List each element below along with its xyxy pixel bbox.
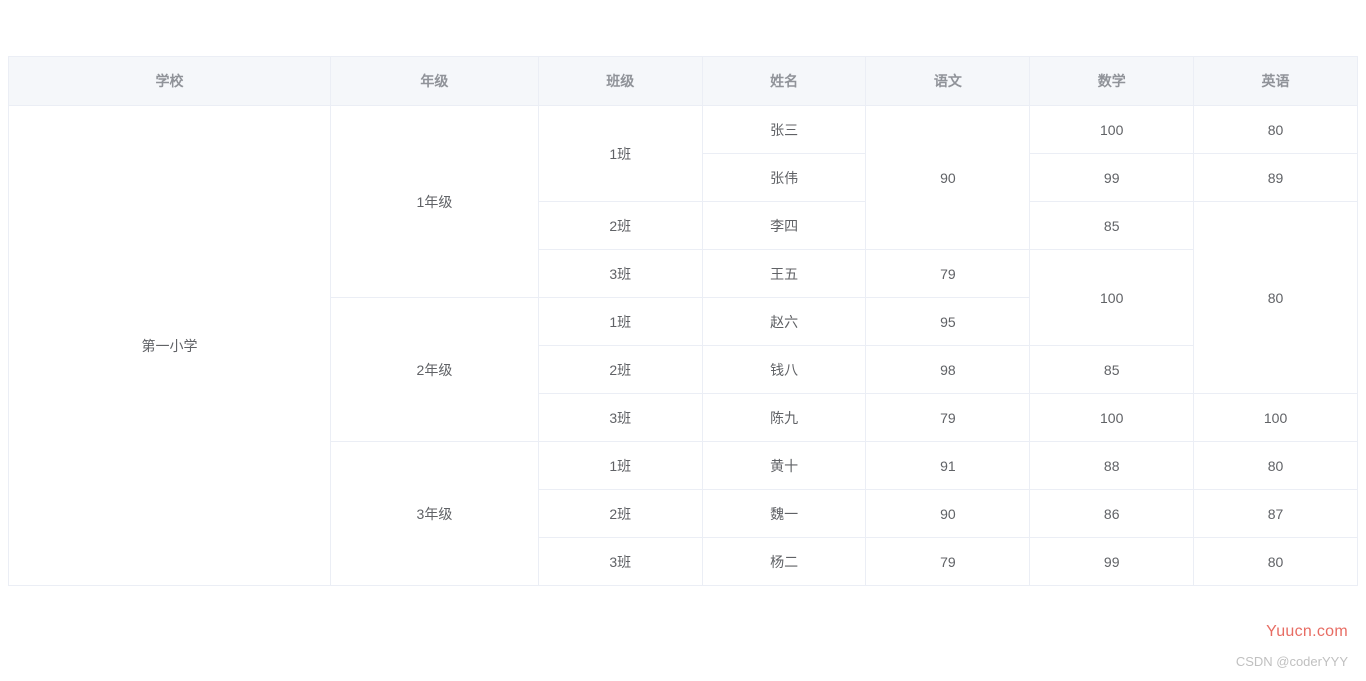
cell-name: 王五: [702, 250, 866, 298]
header-math: 数学: [1030, 57, 1194, 106]
cell-chinese: 98: [866, 346, 1030, 394]
header-school: 学校: [9, 57, 331, 106]
cell-math: 99: [1030, 538, 1194, 586]
header-row: 学校 年级 班级 姓名 语文 数学 英语: [9, 57, 1358, 106]
cell-english: 89: [1194, 154, 1358, 202]
cell-class: 2班: [538, 346, 702, 394]
cell-name: 陈九: [702, 394, 866, 442]
cell-math: 100: [1030, 106, 1194, 154]
cell-class: 1班: [538, 106, 702, 202]
cell-class: 2班: [538, 202, 702, 250]
cell-grade: 1年级: [331, 106, 539, 298]
cell-math: 99: [1030, 154, 1194, 202]
cell-english: 80: [1194, 202, 1358, 394]
cell-name: 杨二: [702, 538, 866, 586]
data-table: 学校 年级 班级 姓名 语文 数学 英语 第一小学 1年级 1班 张三 90 1…: [8, 56, 1358, 586]
cell-grade: 2年级: [331, 298, 539, 442]
cell-math: 100: [1030, 250, 1194, 346]
cell-class: 3班: [538, 250, 702, 298]
watermark-red: Yuucn.com: [1266, 623, 1348, 641]
cell-name: 张三: [702, 106, 866, 154]
cell-chinese: 90: [866, 106, 1030, 250]
cell-name: 钱八: [702, 346, 866, 394]
cell-class: 3班: [538, 394, 702, 442]
cell-name: 赵六: [702, 298, 866, 346]
cell-english: 87: [1194, 490, 1358, 538]
header-english: 英语: [1194, 57, 1358, 106]
cell-math: 85: [1030, 346, 1194, 394]
cell-english: 100: [1194, 394, 1358, 442]
cell-english: 80: [1194, 538, 1358, 586]
cell-name: 黄十: [702, 442, 866, 490]
cell-chinese: 79: [866, 538, 1030, 586]
cell-chinese: 90: [866, 490, 1030, 538]
cell-math: 86: [1030, 490, 1194, 538]
cell-class: 1班: [538, 298, 702, 346]
header-class: 班级: [538, 57, 702, 106]
cell-math: 85: [1030, 202, 1194, 250]
watermark-gray: CSDN @coderYYY: [1236, 654, 1348, 669]
cell-class: 3班: [538, 538, 702, 586]
cell-chinese: 95: [866, 298, 1030, 346]
cell-math: 88: [1030, 442, 1194, 490]
cell-english: 80: [1194, 442, 1358, 490]
cell-english: 80: [1194, 106, 1358, 154]
cell-class: 1班: [538, 442, 702, 490]
cell-math: 100: [1030, 394, 1194, 442]
cell-name: 李四: [702, 202, 866, 250]
cell-chinese: 91: [866, 442, 1030, 490]
table-row: 第一小学 1年级 1班 张三 90 100 80: [9, 106, 1358, 154]
header-chinese: 语文: [866, 57, 1030, 106]
cell-name: 张伟: [702, 154, 866, 202]
header-name: 姓名: [702, 57, 866, 106]
cell-chinese: 79: [866, 250, 1030, 298]
cell-name: 魏一: [702, 490, 866, 538]
cell-grade: 3年级: [331, 442, 539, 586]
cell-school: 第一小学: [9, 106, 331, 586]
header-grade: 年级: [331, 57, 539, 106]
cell-chinese: 79: [866, 394, 1030, 442]
cell-class: 2班: [538, 490, 702, 538]
